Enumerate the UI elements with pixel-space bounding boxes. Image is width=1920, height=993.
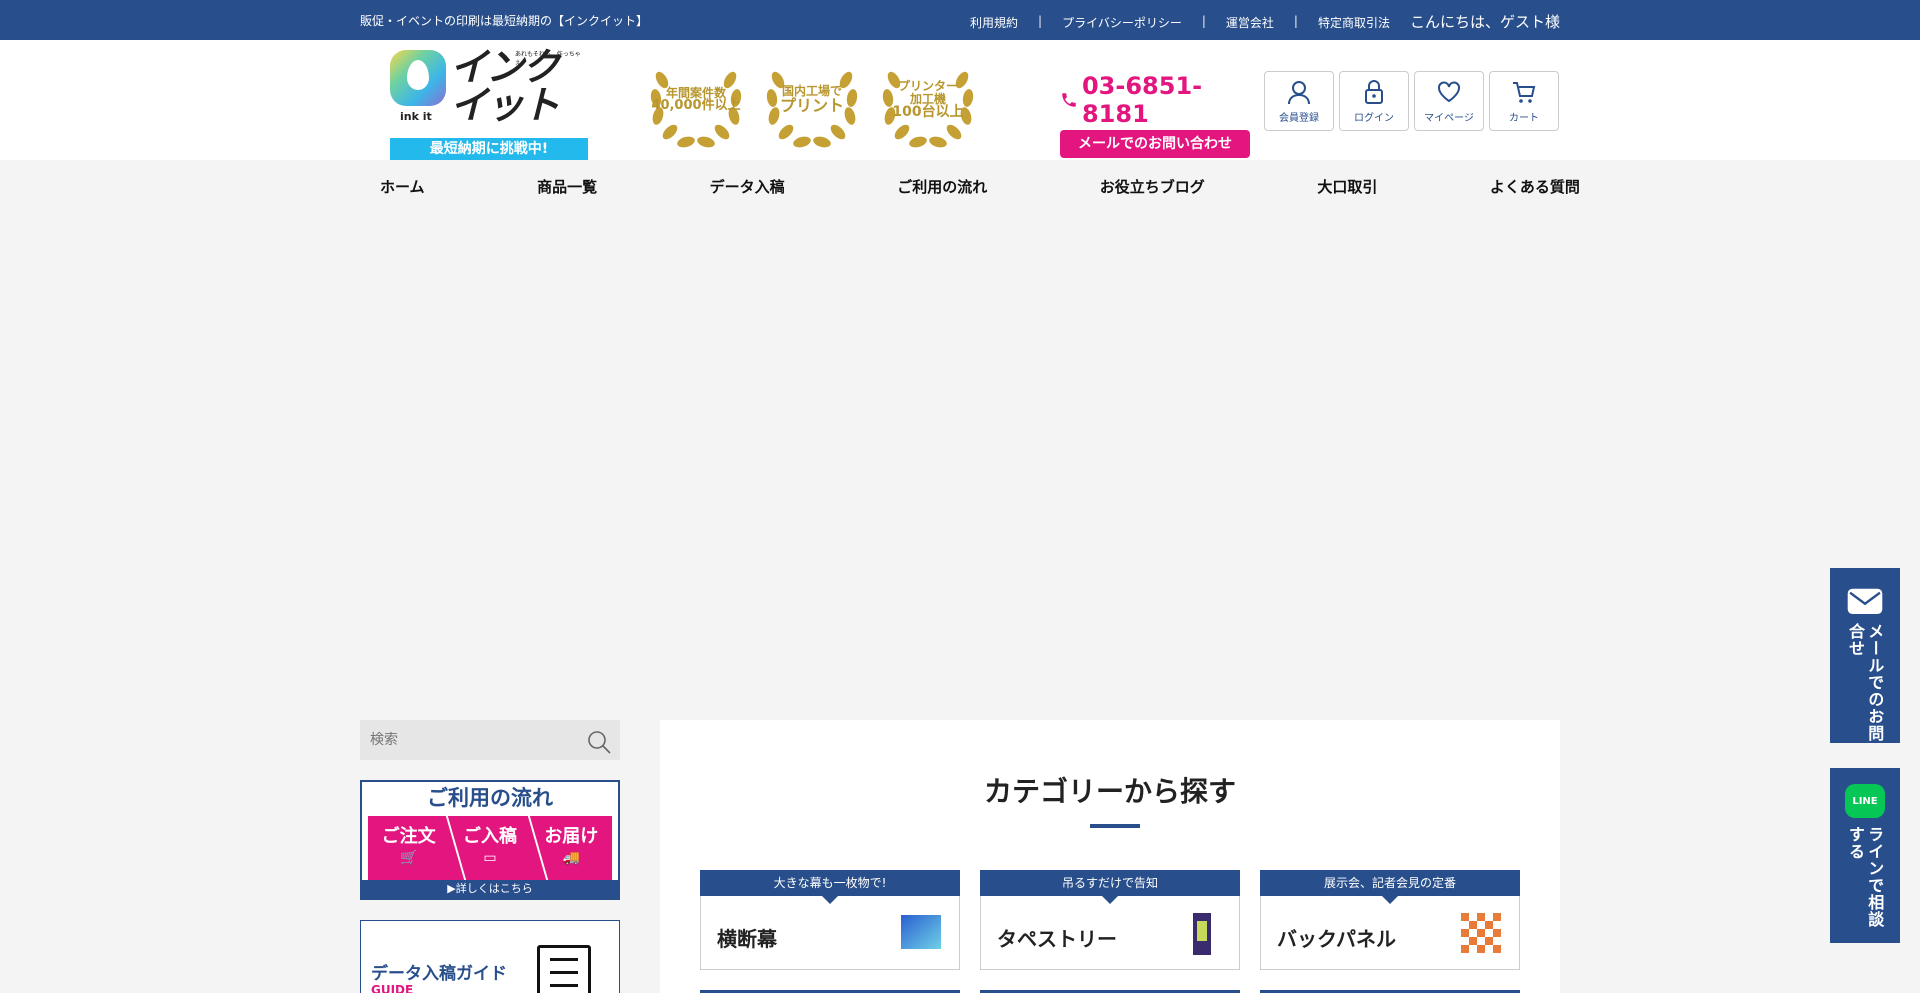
phone-number[interactable]: 03-6851-8181 — [1060, 72, 1250, 128]
cart-icon: 🛒 — [399, 850, 418, 866]
search-icon[interactable] — [586, 729, 612, 755]
banner-thumbnail-icon — [901, 915, 941, 949]
category-name: タペストリー — [997, 927, 1117, 951]
flow-step-label: ご入稿 — [462, 826, 517, 847]
flow-more-link[interactable]: ▶詳しくはこちら — [362, 880, 618, 898]
award-badges: 年間案件数 40,000件以上 国内工場で プリント プリンター加工機 100台… — [642, 50, 982, 150]
link-privacy[interactable]: プライバシーポリシー — [1062, 14, 1182, 31]
data-guide-sub: GUIDE — [371, 983, 414, 993]
tapestry-thumbnail-icon — [1193, 913, 1211, 955]
phone-text: 03-6851-8181 — [1081, 72, 1203, 128]
site-logo[interactable]: ink it あれもそれも、作っちゃえ。 インクイット 最短納期に挑戦中! — [390, 45, 588, 160]
login-label: ログイン — [1354, 112, 1394, 124]
category-name: 横断幕 — [717, 927, 777, 951]
header-icon-buttons: 会員登録 ログイン マイページ カート — [1264, 71, 1559, 131]
top-links: 利用規約 | プライバシーポリシー | 運営会社 | 特定商取引法 — [970, 14, 1390, 31]
mypage-label: マイページ — [1424, 112, 1474, 124]
divider: | — [1201, 14, 1206, 28]
category-tag: 吊るすだけで告知 — [980, 870, 1240, 904]
search-box — [360, 720, 620, 760]
register-button[interactable]: 会員登録 — [1264, 71, 1334, 131]
nav-bulk[interactable]: 大口取引 — [1317, 176, 1377, 197]
badge-line2: プリント — [779, 95, 844, 115]
badge-printers: プリンター加工機 100台以上 — [874, 50, 982, 150]
badge-line2: 40,000件以上 — [651, 98, 741, 114]
drop-logo-icon — [390, 50, 446, 106]
logo-band: 最短納期に挑戦中! — [390, 138, 588, 160]
nav-blog[interactable]: お役立ちブログ — [1100, 176, 1205, 197]
category-card[interactable]: 大きな幕も一枚物で! 横断幕 — [700, 870, 960, 970]
heading-underline — [1090, 824, 1140, 828]
monitor-icon: ▭ — [483, 850, 497, 866]
category-tag: 展示会、記者会見の定番 — [1260, 870, 1520, 904]
logo-inkit: ink it — [400, 110, 432, 123]
flow-step-label: お届け — [544, 826, 599, 847]
line-logo-text: LINE — [1852, 795, 1878, 807]
search-input[interactable] — [360, 720, 570, 760]
truck-icon: 🚚 — [562, 850, 581, 866]
backpanel-thumbnail-icon — [1461, 913, 1501, 953]
site-tagline: 販促・イベントの印刷は最短納期の【インクイット】 — [360, 14, 649, 28]
usage-flow-banner[interactable]: ご利用の流れ ご注文 🛒 ご入稿 ▭ お届け 🚚 ▶詳しくはこちら — [360, 780, 620, 900]
category-grid: 大きな幕も一枚物で! 横断幕 吊るすだけで告知 タペストリー 展示会、記者会見の… — [700, 870, 1520, 970]
category-card[interactable]: 展示会、記者会見の定番 バックパネル — [1260, 870, 1520, 970]
link-legal[interactable]: 特定商取引法 — [1318, 14, 1390, 31]
main-content: カテゴリーから探す 大きな幕も一枚物で! 横断幕 吊るすだけで告知 タペストリー… — [660, 720, 1560, 993]
badge-line1: プリンター加工機 — [897, 79, 958, 106]
site-header: ink it あれもそれも、作っちゃえ。 インクイット 最短納期に挑戦中! 年間… — [0, 40, 1920, 160]
flow-title: ご利用の流れ — [427, 786, 553, 810]
login-button[interactable]: ログイン — [1339, 71, 1409, 131]
heart-icon — [1438, 80, 1460, 102]
nav-home[interactable]: ホーム — [380, 176, 425, 197]
divider: | — [1038, 14, 1043, 28]
nav-how-to-use[interactable]: ご利用の流れ — [897, 176, 987, 197]
top-bar: 販促・イベントの印刷は最短納期の【インクイット】 利用規約 | プライバシーポリ… — [0, 0, 1920, 40]
badge-line2: 100台以上 — [892, 104, 964, 121]
cart-label: カート — [1509, 112, 1539, 124]
category-name: バックパネル — [1277, 927, 1396, 951]
mail-icon — [1847, 588, 1883, 614]
lock-icon — [1365, 79, 1383, 104]
phone-icon — [1062, 93, 1076, 107]
nav-products[interactable]: 商品一覧 — [537, 176, 597, 197]
contact-block: 03-6851-8181 メールでのお問い合わせ — [1060, 72, 1250, 158]
line-logo-icon: LINE — [1845, 784, 1885, 819]
cart-button[interactable]: カート — [1489, 71, 1559, 131]
flow-step: ご注文 🛒 — [368, 816, 449, 880]
category-heading: カテゴリーから探す — [983, 775, 1236, 808]
flow-steps: ご注文 🛒 ご入稿 ▭ お届け 🚚 — [368, 816, 612, 880]
line-tab-label: ラインで相談する — [1846, 826, 1885, 929]
badge-cases: 年間案件数 40,000件以上 — [642, 50, 750, 150]
greeting: こんにちは、ゲスト様 — [1409, 13, 1560, 31]
flow-step-label: ご注文 — [381, 826, 436, 847]
data-guide-title: データ入稿ガイド — [371, 964, 507, 984]
main-nav: ホーム 商品一覧 データ入稿 ご利用の流れ お役立ちブログ 大口取引 よくある質… — [380, 176, 1580, 197]
mail-tab-label: メールでのお問合せ — [1846, 622, 1885, 742]
cart-icon — [1513, 81, 1536, 103]
logo-wordmark: インクイット — [450, 45, 560, 127]
document-icon — [537, 945, 591, 993]
flow-step: ご入稿 ▭ — [449, 816, 530, 880]
nav-data-submission[interactable]: データ入稿 — [710, 176, 785, 197]
link-company[interactable]: 運営会社 — [1226, 14, 1274, 31]
divider: | — [1293, 14, 1298, 28]
flow-step: お届け 🚚 — [531, 816, 612, 880]
link-terms[interactable]: 利用規約 — [970, 14, 1018, 31]
data-guide-banner[interactable]: データ入稿ガイド GUIDE — [360, 920, 620, 993]
category-tag: 大きな幕も一枚物で! — [700, 870, 960, 904]
mypage-button[interactable]: マイページ — [1414, 71, 1484, 131]
register-label: 会員登録 — [1279, 112, 1319, 124]
mail-inquiry-button[interactable]: メールでのお問い合わせ — [1060, 130, 1250, 158]
floating-mail-tab[interactable]: メールでのお問合せ — [1830, 568, 1900, 743]
user-icon — [1288, 80, 1310, 104]
floating-line-tab[interactable]: LINE ラインで相談する — [1830, 768, 1900, 943]
badge-factory: 国内工場で プリント — [758, 50, 866, 150]
category-card[interactable]: 吊るすだけで告知 タペストリー — [980, 870, 1240, 970]
nav-faq[interactable]: よくある質問 — [1490, 176, 1580, 197]
